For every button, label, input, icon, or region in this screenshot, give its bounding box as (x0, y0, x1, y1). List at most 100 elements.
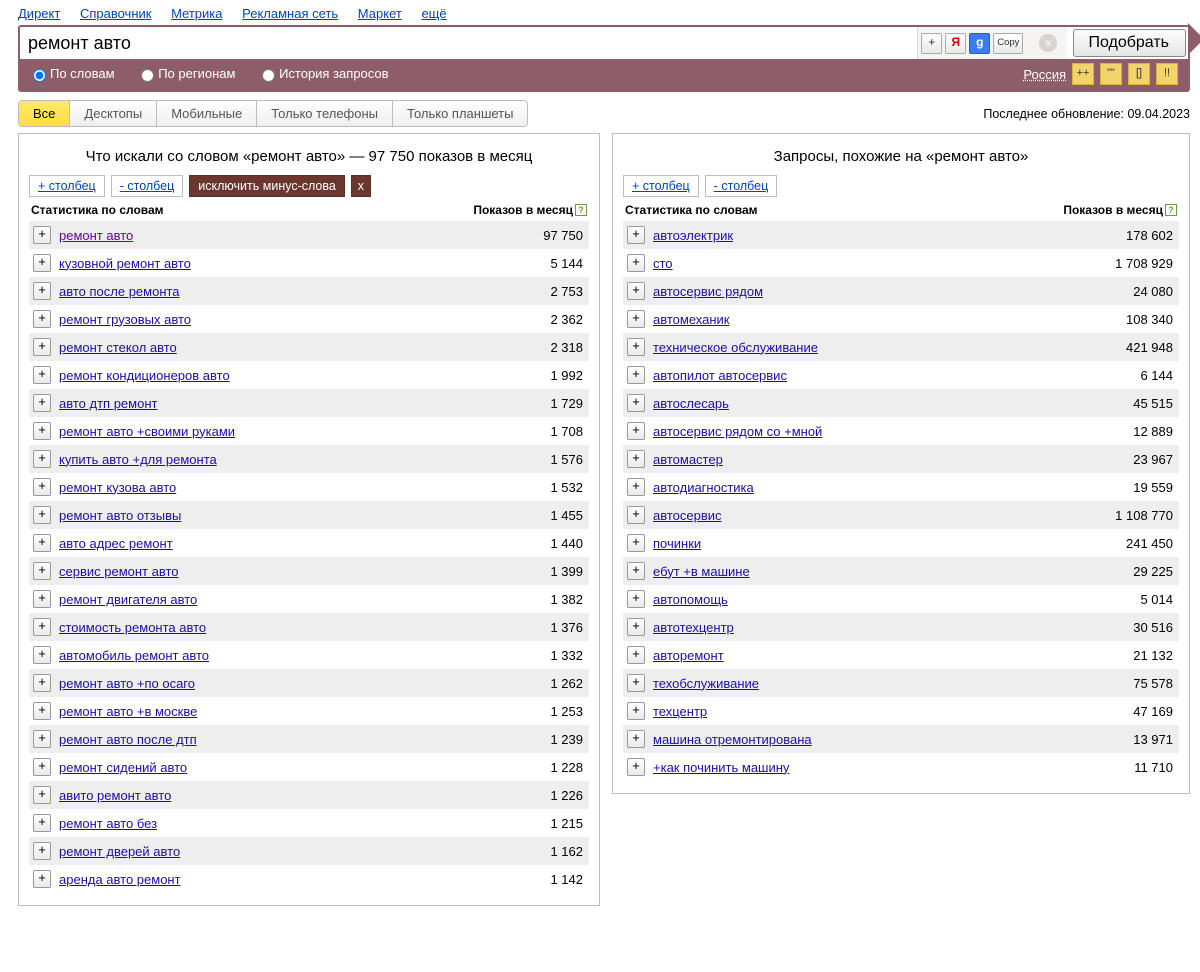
add-keyword-button[interactable]: + (33, 254, 51, 272)
keyword-link[interactable]: починки (653, 536, 701, 551)
keyword-link[interactable]: техцентр (653, 704, 707, 719)
add-keyword-button[interactable]: + (627, 282, 645, 300)
keyword-link[interactable]: аренда авто ремонт (59, 872, 181, 887)
add-keyword-button[interactable]: + (627, 674, 645, 692)
add-keyword-button[interactable]: + (33, 590, 51, 608)
add-keyword-button[interactable]: + (33, 394, 51, 412)
keyword-link[interactable]: авто после ремонта (59, 284, 180, 299)
copy-button[interactable]: Copy (993, 33, 1023, 54)
nav-more[interactable]: ещё (421, 6, 446, 21)
add-keyword-button[interactable]: + (627, 310, 645, 328)
keyword-link[interactable]: ремонт кондиционеров авто (59, 368, 230, 383)
keyword-link[interactable]: ремонт дверей авто (59, 844, 180, 859)
add-keyword-button[interactable]: + (627, 478, 645, 496)
add-keyword-button[interactable]: + (627, 590, 645, 608)
add-keyword-button[interactable]: + (627, 226, 645, 244)
keyword-link[interactable]: автомобиль ремонт авто (59, 648, 209, 663)
add-keyword-button[interactable]: + (33, 310, 51, 328)
tab-all[interactable]: Все (19, 101, 70, 126)
keyword-link[interactable]: стоимость ремонта авто (59, 620, 206, 635)
radio-regions[interactable]: По регионам (136, 66, 235, 81)
add-keyword-button[interactable]: + (627, 366, 645, 384)
keyword-link[interactable]: автосервис (653, 508, 722, 523)
add-keyword-button[interactable]: + (627, 534, 645, 552)
add-keyword-button[interactable]: + (33, 786, 51, 804)
add-keyword-button[interactable]: + (33, 758, 51, 776)
add-keyword-button[interactable]: + (33, 562, 51, 580)
add-keyword-button[interactable]: + (627, 562, 645, 580)
add-keyword-button[interactable]: + (627, 394, 645, 412)
help-icon[interactable]: ? (575, 204, 587, 216)
keyword-link[interactable]: автомеханик (653, 312, 729, 327)
radio-words[interactable]: По словам (28, 66, 115, 81)
tool-plus-button[interactable]: + (921, 33, 942, 54)
left-del-col-button[interactable]: - столбец (111, 175, 184, 197)
keyword-link[interactable]: автослесарь (653, 396, 729, 411)
region-link[interactable]: Россия (1023, 67, 1066, 82)
add-keyword-button[interactable]: + (627, 730, 645, 748)
add-keyword-button[interactable]: + (33, 870, 51, 888)
keyword-link[interactable]: автопомощь (653, 592, 728, 607)
keyword-link[interactable]: сто (653, 256, 673, 271)
op-exclaim-button[interactable]: !! (1156, 63, 1178, 85)
keyword-link[interactable]: ремонт сидений авто (59, 760, 187, 775)
help-icon[interactable]: ? (1165, 204, 1177, 216)
add-keyword-button[interactable]: + (33, 506, 51, 524)
keyword-link[interactable]: ремонт стекол авто (59, 340, 177, 355)
left-add-col-button[interactable]: + столбец (29, 175, 105, 197)
add-keyword-button[interactable]: + (627, 506, 645, 524)
yandex-icon[interactable]: Я (945, 33, 966, 54)
keyword-link[interactable]: ремонт авто отзывы (59, 508, 181, 523)
search-input[interactable] (20, 27, 917, 59)
keyword-link[interactable]: ремонт авто после дтп (59, 732, 197, 747)
keyword-link[interactable]: автомастер (653, 452, 723, 467)
add-keyword-button[interactable]: + (33, 646, 51, 664)
add-keyword-button[interactable]: + (627, 450, 645, 468)
nav-direct[interactable]: Директ (18, 6, 60, 21)
nav-market[interactable]: Маркет (358, 6, 402, 21)
keyword-link[interactable]: ремонт авто +в москве (59, 704, 197, 719)
keyword-link[interactable]: ебут +в машине (653, 564, 750, 579)
add-keyword-button[interactable]: + (33, 702, 51, 720)
keyword-link[interactable]: ремонт авто +своими руками (59, 424, 235, 439)
add-keyword-button[interactable]: + (33, 534, 51, 552)
keyword-link[interactable]: машина отремонтирована (653, 732, 812, 747)
google-icon[interactable]: g (969, 33, 990, 54)
keyword-link[interactable]: авто адрес ремонт (59, 536, 173, 551)
right-del-col-button[interactable]: - столбец (705, 175, 778, 197)
keyword-link[interactable]: автоэлектрик (653, 228, 733, 243)
nav-metrika[interactable]: Метрика (171, 6, 222, 21)
add-keyword-button[interactable]: + (33, 730, 51, 748)
add-keyword-button[interactable]: + (33, 842, 51, 860)
keyword-link[interactable]: ремонт авто без (59, 816, 157, 831)
exclude-minus-button[interactable]: исключить минус-слова (189, 175, 345, 197)
nav-sprav[interactable]: Справочник (80, 6, 152, 21)
keyword-link[interactable]: авторемонт (653, 648, 724, 663)
add-keyword-button[interactable]: + (33, 478, 51, 496)
op-brackets-button[interactable]: [] (1128, 63, 1150, 85)
clear-icon[interactable]: × (1039, 34, 1057, 52)
keyword-link[interactable]: кузовной ремонт авто (59, 256, 191, 271)
tab-tablets[interactable]: Только планшеты (393, 101, 527, 126)
keyword-link[interactable]: +как починить машину (653, 760, 789, 775)
keyword-link[interactable]: ремонт авто +по осаго (59, 676, 195, 691)
add-keyword-button[interactable]: + (33, 338, 51, 356)
add-keyword-button[interactable]: + (33, 674, 51, 692)
op-plusplus-button[interactable]: ++ (1072, 63, 1094, 85)
keyword-link[interactable]: автотехцентр (653, 620, 734, 635)
add-keyword-button[interactable]: + (33, 814, 51, 832)
add-keyword-button[interactable]: + (627, 422, 645, 440)
radio-history[interactable]: История запросов (257, 66, 389, 81)
tab-mobile[interactable]: Мобильные (157, 101, 257, 126)
exclude-close-button[interactable]: x (351, 175, 371, 197)
keyword-link[interactable]: техническое обслуживание (653, 340, 818, 355)
submit-button[interactable]: Подобрать (1073, 29, 1186, 57)
keyword-link[interactable]: купить авто +для ремонта (59, 452, 217, 467)
add-keyword-button[interactable]: + (33, 450, 51, 468)
right-add-col-button[interactable]: + столбец (623, 175, 699, 197)
add-keyword-button[interactable]: + (627, 646, 645, 664)
tab-desktops[interactable]: Десктопы (70, 101, 157, 126)
add-keyword-button[interactable]: + (33, 366, 51, 384)
keyword-link[interactable]: авто дтп ремонт (59, 396, 157, 411)
op-quotes-button[interactable]: "" (1100, 63, 1122, 85)
